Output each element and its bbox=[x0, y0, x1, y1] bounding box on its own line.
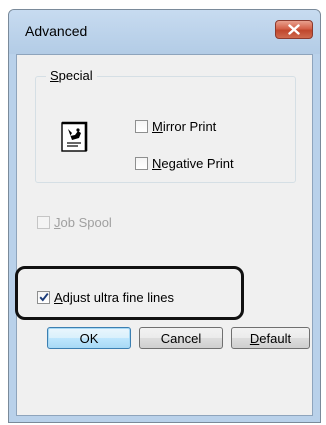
title-bar[interactable]: Advanced bbox=[9, 10, 320, 54]
negative-print-checkbox[interactable] bbox=[135, 157, 148, 170]
default-button-label: Default bbox=[249, 330, 292, 346]
mirror-print-option[interactable]: Mirror Print bbox=[135, 119, 216, 134]
close-button[interactable] bbox=[275, 20, 313, 39]
job-spool-label: Job Spool bbox=[54, 215, 112, 230]
window-title: Advanced bbox=[25, 23, 88, 39]
ok-button-label: OK bbox=[79, 330, 99, 346]
callout-highlight bbox=[15, 266, 244, 320]
ok-button[interactable]: OK bbox=[47, 327, 131, 349]
negative-print-option[interactable]: Negative Print bbox=[135, 156, 234, 171]
cancel-button-label: Cancel bbox=[160, 330, 202, 346]
mirror-print-checkbox[interactable] bbox=[135, 120, 148, 133]
dialog-client-area: Special Mirror Print Negative Print Job … bbox=[16, 54, 313, 416]
special-group-label: Special bbox=[46, 68, 97, 83]
job-spool-checkbox bbox=[37, 216, 50, 229]
job-spool-option: Job Spool bbox=[37, 215, 112, 230]
cancel-button[interactable]: Cancel bbox=[139, 327, 223, 349]
default-button[interactable]: Default bbox=[231, 327, 310, 349]
negative-print-label: Negative Print bbox=[152, 156, 234, 171]
printer-output-icon bbox=[60, 121, 90, 158]
advanced-dialog: Advanced Special Mirror Print Negative P… bbox=[8, 9, 321, 423]
mirror-print-label: Mirror Print bbox=[152, 119, 217, 134]
close-icon bbox=[288, 24, 300, 35]
special-groupbox: Special Mirror Print Negative Print bbox=[35, 68, 296, 183]
